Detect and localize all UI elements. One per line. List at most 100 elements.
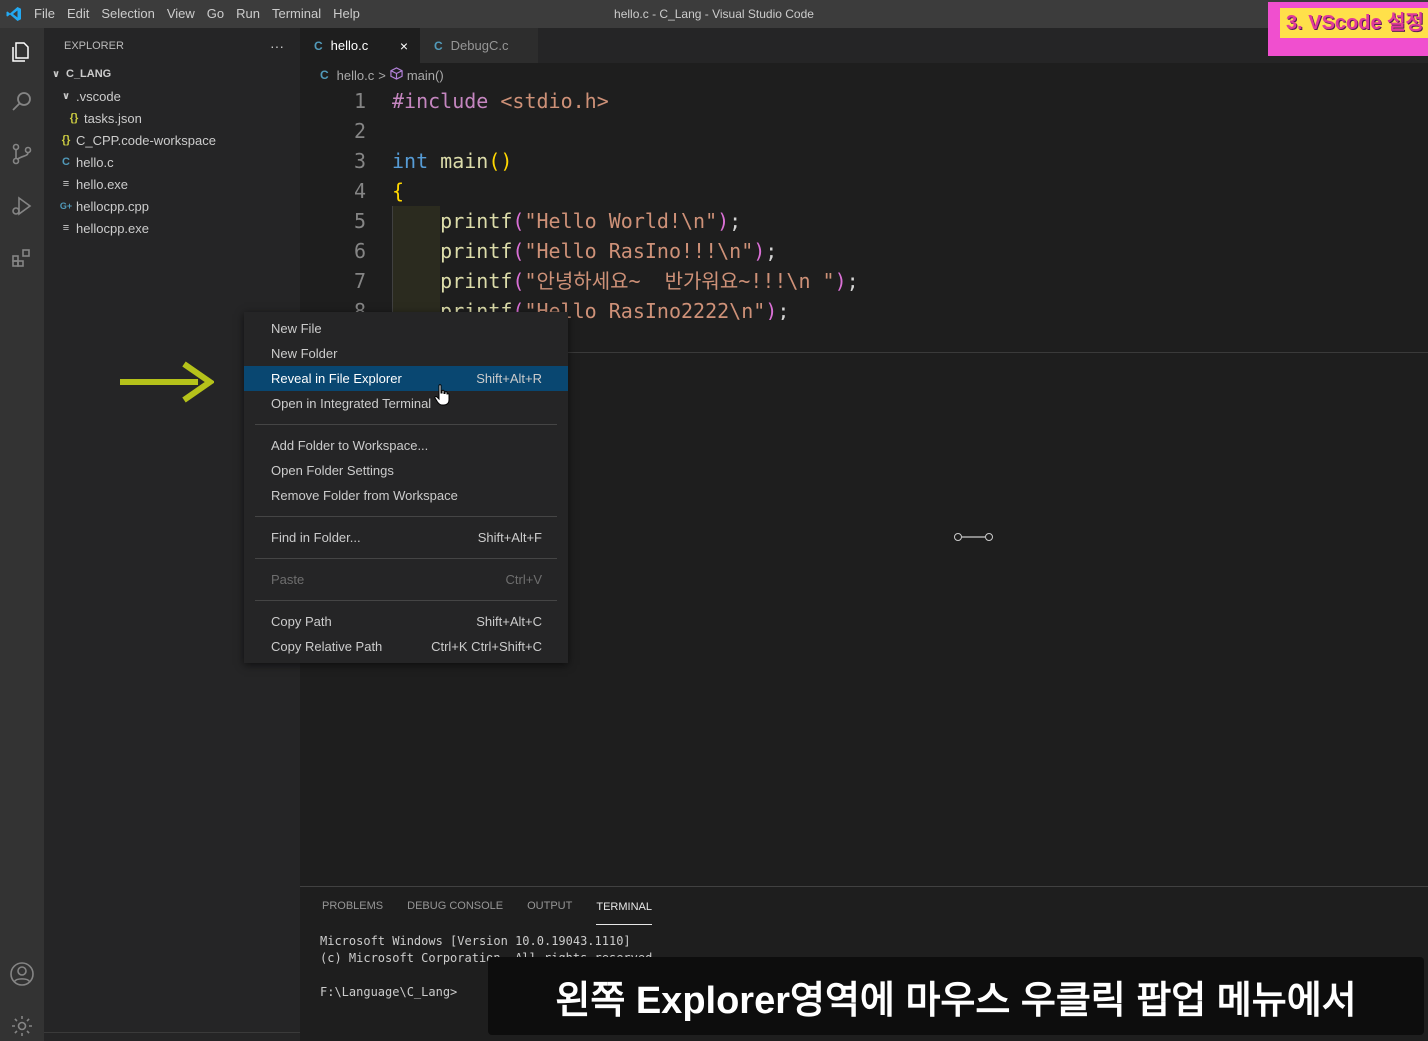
menu-item-shortcut: Ctrl+K Ctrl+Shift+C [431,639,542,654]
tab-debugc-c[interactable]: C DebugC.c [420,28,538,63]
code-text: printf("Hello RasIno!!!\n"); [392,236,777,266]
code-text: printf("Hello World!\n"); [392,206,741,236]
explorer-icon[interactable] [6,36,38,68]
hand-cursor-icon [434,384,450,409]
arrow-annotation-icon [120,360,216,407]
code-token: printf [440,239,513,263]
code-line: 3 int main() [300,146,1428,176]
c-file-icon: C [314,38,323,53]
code-token: main [440,149,489,173]
menu-item-shortcut: Shift+Alt+F [477,530,542,545]
menu-file[interactable]: File [28,0,61,28]
code-token: ) [717,209,730,233]
run-debug-icon[interactable] [6,190,38,222]
account-icon[interactable] [6,958,38,990]
menu-edit[interactable]: Edit [61,0,95,28]
c-file-icon: C [62,156,70,168]
chevron-down-icon: ∨ [51,68,61,80]
menu-item-label: Open Folder Settings [271,463,394,478]
chevron-down-icon: ∨ [61,90,71,102]
tab-debug-console[interactable]: DEBUG CONSOLE [407,887,503,925]
menu-item-label: Add Folder to Workspace... [271,438,429,453]
tab-output[interactable]: OUTPUT [527,887,572,925]
breadcrumb-symbol[interactable]: main() [407,68,444,83]
explorer-context-menu: New File New Folder Reveal in File Explore… [244,312,568,663]
tree-item-hellocpp-cpp[interactable]: G+ hellocpp.cpp [44,195,300,217]
more-actions-icon[interactable]: ··· [270,38,284,54]
code-line: 6 printf("Hello RasIno!!!\n"); [300,236,1428,266]
menu-item-shortcut: Shift+Alt+R [476,371,542,386]
close-icon[interactable]: × [400,38,408,54]
menu-item-label: New Folder [271,346,338,361]
code-token: ) [753,239,766,263]
tree-item-hello-c[interactable]: C hello.c [44,151,300,173]
code-token: "안녕하세요~ 반가워요~!!!\n " [524,269,835,293]
menu-item-copy-relative-path[interactable]: Copy Relative Path Ctrl+K Ctrl+Shift+C [244,634,568,659]
line-number: 4 [353,179,366,203]
code-token: ; [846,269,859,293]
code-editor[interactable]: 1 #include <stdio.h> 2 3 int main() 4{5 print… [300,86,1428,320]
menu-go[interactable]: Go [201,0,230,28]
tree-item-hello-exe[interactable]: ≡ hello.exe [44,173,300,195]
menu-separator [255,516,557,517]
menu-separator [255,424,557,425]
tree-item-hellocpp-exe[interactable]: ≡ hellocpp.exe [44,217,300,239]
extensions-icon[interactable] [6,242,38,274]
root-label: C_LANG [66,68,112,80]
sash-handle-icon [953,531,995,546]
menu-item-open-in-integrated-terminal[interactable]: Open in Integrated Terminal [244,391,568,416]
tab-problems[interactable]: PROBLEMS [322,887,383,925]
code-line: 1 #include <stdio.h> [300,86,1428,116]
menu-item-new-file[interactable]: New File [244,316,568,341]
code-line: 4{ [300,176,1428,206]
tab-terminal[interactable]: TERMINAL [596,897,652,925]
menu-item-label: Open in Integrated Terminal [271,396,432,411]
menu-item-add-folder-to-workspace[interactable]: Add Folder to Workspace... [244,433,568,458]
breadcrumb: C hello.c > main() [320,64,448,86]
menu-separator [255,558,557,559]
menu-item-paste: Paste Ctrl+V [244,567,568,592]
c-file-icon: C [320,68,329,82]
source-control-icon[interactable] [6,138,38,170]
tree-item-vscode[interactable]: ∨ .vscode [44,85,300,107]
menu-item-new-folder[interactable]: New Folder [244,341,568,366]
code-token: ; [777,299,790,320]
folder-root-c-lang[interactable]: ∨ C_LANG [44,63,300,85]
c-file-icon: C [434,38,443,53]
code-token: "Hello World!\n" [524,209,718,233]
code-token: ( [512,239,525,263]
search-icon[interactable] [6,86,38,118]
line-number: 6 [353,239,366,263]
vscode-logo-icon [0,0,28,28]
code-token: int [392,149,429,173]
breadcrumb-file[interactable]: hello.c [337,68,375,83]
code-token: ( [512,269,525,293]
menu-item-copy-path[interactable]: Copy Path Shift+Alt+C [244,609,568,634]
menu-item-find-in-folder[interactable]: Find in Folder... Shift+Alt+F [244,525,568,550]
menu-item-open-folder-settings[interactable]: Open Folder Settings [244,458,568,483]
tree-item-tasks-json[interactable]: {} tasks.json [44,107,300,129]
settings-gear-icon[interactable] [6,1010,38,1041]
menu-view[interactable]: View [161,0,201,28]
menu-help[interactable]: Help [327,0,366,28]
tree-item-label: hello.c [76,154,114,170]
menu-item-remove-folder-from-workspace[interactable]: Remove Folder from Workspace [244,483,568,508]
menu-item-label: Copy Path [271,614,332,629]
explorer-title: EXPLORER [64,39,124,52]
menu-selection[interactable]: Selection [95,0,160,28]
outline-section[interactable] [44,1032,300,1041]
tab-hello-c[interactable]: C hello.c × [300,28,420,63]
text-file-icon: ≡ [62,222,70,234]
menu-terminal[interactable]: Terminal [266,0,327,28]
line-number: 3 [353,149,366,173]
code-text: { [392,176,404,206]
title-bar: File Edit Selection View Go Run Terminal… [0,0,1428,28]
tree-item-workspace[interactable]: {} C_CPP.code-workspace [44,129,300,151]
code-token: printf [440,269,513,293]
menu-run[interactable]: Run [230,0,266,28]
menu-item-reveal-in-file-explorer[interactable]: Reveal in File Explorer Shift+Alt+R [244,366,568,391]
